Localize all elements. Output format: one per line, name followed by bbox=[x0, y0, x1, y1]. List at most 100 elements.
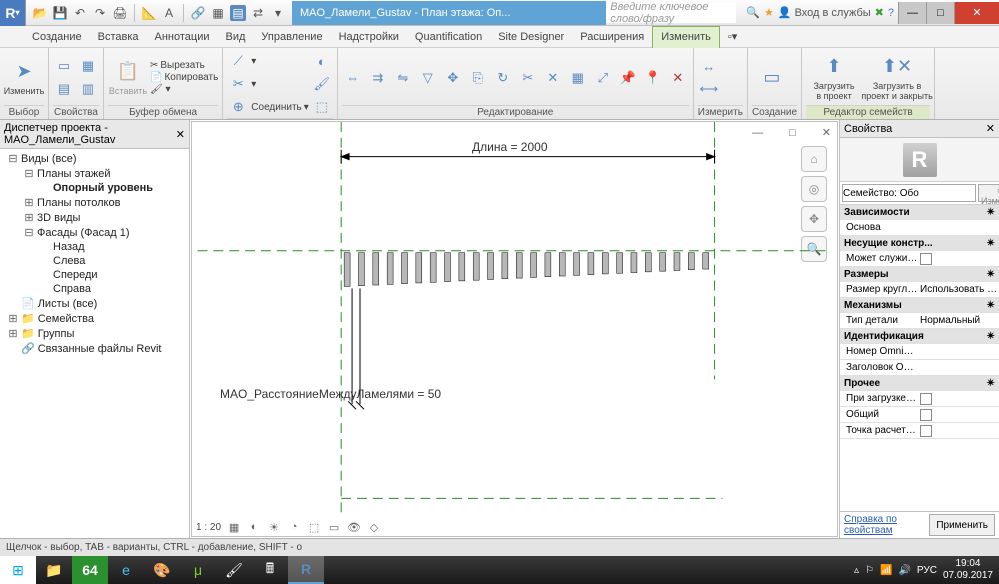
measure-dist-icon[interactable]: ↔ bbox=[698, 55, 720, 77]
tile-icon[interactable]: ▦ bbox=[210, 5, 226, 21]
pin-icon[interactable]: 📌 bbox=[617, 67, 639, 89]
prop-row[interactable]: Точка расчета п... bbox=[840, 423, 999, 439]
create-similar-button[interactable]: ▭ bbox=[752, 52, 792, 104]
taskbar-revit-icon[interactable]: R bbox=[288, 556, 324, 584]
rotate-icon[interactable]: ↻ bbox=[492, 67, 514, 89]
tray-flag-icon[interactable]: ⚐ bbox=[865, 565, 874, 576]
tree-item[interactable]: ⊞Планы потолков bbox=[4, 195, 185, 210]
scale-label[interactable]: 1 : 20 bbox=[196, 522, 221, 533]
mirror-axis-icon[interactable]: ⇋ bbox=[392, 67, 414, 89]
tab-collapse-icon[interactable]: ▫▾ bbox=[720, 26, 745, 48]
undo-icon[interactable]: ↶ bbox=[72, 5, 88, 21]
tab-sitedesigner[interactable]: Site Designer bbox=[490, 26, 572, 48]
infocenter-icon[interactable]: 🔍 bbox=[746, 6, 760, 19]
prop-group-header[interactable]: Механизмы✴ bbox=[840, 298, 999, 313]
prop-group-header[interactable]: Идентификация✴ bbox=[840, 329, 999, 344]
dimension-icon[interactable]: ⟷ bbox=[698, 78, 720, 100]
prop-group-header[interactable]: Зависимости✴ bbox=[840, 205, 999, 220]
tree-item[interactable]: Опорный уровень bbox=[4, 181, 185, 195]
tree-item[interactable]: ⊞📁Группы bbox=[4, 326, 185, 341]
family-cat-icon[interactable]: ▥ bbox=[77, 78, 99, 100]
split-face-icon[interactable]: ◐ bbox=[311, 50, 333, 72]
scale-icon[interactable]: ⤢ bbox=[592, 67, 614, 89]
paint-icon[interactable]: 🖌 bbox=[311, 73, 333, 95]
tree-item[interactable]: ⊞📁Семейства bbox=[4, 311, 185, 326]
family-types-icon[interactable]: ▦ bbox=[77, 55, 99, 77]
text-icon[interactable]: A bbox=[161, 5, 177, 21]
mirror-draw-icon[interactable]: ▽ bbox=[417, 67, 439, 89]
demo-icon[interactable]: ⬚ bbox=[311, 96, 333, 118]
redo-icon[interactable]: ↷ bbox=[92, 5, 108, 21]
prop-row[interactable]: При загрузке вы... bbox=[840, 391, 999, 407]
favorites-icon[interactable]: ★ bbox=[764, 6, 774, 19]
start-button[interactable]: ⊞ bbox=[0, 556, 36, 584]
tab-create[interactable]: Создание bbox=[24, 26, 90, 48]
prop-row[interactable]: Основа bbox=[840, 220, 999, 236]
shadows-icon[interactable]: ◔ bbox=[287, 520, 301, 534]
copy-elem-icon[interactable]: ⎘ bbox=[467, 67, 489, 89]
dropdown-icon[interactable]: ▾ bbox=[270, 5, 286, 21]
delete-icon[interactable]: ✕ bbox=[667, 67, 689, 89]
tree-item[interactable]: ⊟Виды (все) bbox=[4, 151, 185, 166]
close-views-icon[interactable]: ▤ bbox=[230, 5, 246, 21]
tab-addins[interactable]: Надстройки bbox=[331, 26, 407, 48]
prop-row[interactable]: Номер OmniClass bbox=[840, 344, 999, 360]
load-into-project-button[interactable]: ⬆Загрузить в проект bbox=[806, 52, 862, 104]
search-input[interactable]: Введите ключевое слово/фразу bbox=[606, 3, 736, 23]
taskbar-utorrent-icon[interactable]: μ bbox=[180, 556, 216, 584]
tree-item[interactable]: 🔗Связанные файлы Revit bbox=[4, 341, 185, 356]
taskbar-paint-icon[interactable]: 🖌 bbox=[216, 556, 252, 584]
properties-grid[interactable]: Зависимости✴ОсноваНесущие констр...✴Може… bbox=[840, 205, 999, 511]
reveal-icon[interactable]: ◇ bbox=[367, 520, 381, 534]
prop-row[interactable]: Общий bbox=[840, 407, 999, 423]
props-close-icon[interactable]: ✕ bbox=[986, 122, 995, 135]
tree-item[interactable]: Справа bbox=[4, 282, 185, 296]
taskbar-palette-icon[interactable]: 🎨 bbox=[144, 556, 180, 584]
tray-up-icon[interactable]: ▵ bbox=[854, 565, 859, 576]
prop-row[interactable]: Тип деталиНормальный bbox=[840, 313, 999, 329]
family-selector[interactable] bbox=[842, 184, 976, 202]
properties-help-link[interactable]: Справка по свойствам bbox=[844, 514, 929, 536]
cut-button[interactable]: ✂ Вырезать bbox=[150, 60, 218, 71]
tree-item[interactable]: 📄Листы (все) bbox=[4, 296, 185, 311]
tray-volume-icon[interactable]: 🔊 bbox=[898, 565, 910, 576]
offset-icon[interactable]: ⇉ bbox=[367, 67, 389, 89]
unpin-icon[interactable]: 📍 bbox=[642, 67, 664, 89]
load-close-button[interactable]: ⬆✕Загрузить в проект и закрыть bbox=[864, 52, 930, 104]
minimize-button[interactable]: — bbox=[898, 2, 926, 24]
tree-item[interactable]: Назад bbox=[4, 240, 185, 254]
match-button[interactable]: 🖌 ▾ bbox=[150, 84, 218, 95]
crop-show-icon[interactable]: ▭ bbox=[327, 520, 341, 534]
tab-extensions[interactable]: Расширения bbox=[572, 26, 652, 48]
cut-geom-button[interactable]: ✂▾ bbox=[227, 73, 308, 95]
inst-props-icon[interactable]: ▤ bbox=[53, 78, 75, 100]
taskbar-calc-icon[interactable]: 🖩 bbox=[252, 556, 288, 584]
tree-item[interactable]: ⊟Фасады (Фасад 1) bbox=[4, 225, 185, 240]
prop-row[interactable]: Заголовок Omn... bbox=[840, 360, 999, 376]
help-icon[interactable]: ? bbox=[888, 7, 894, 19]
modify-button[interactable]: ➤Изменить bbox=[4, 52, 44, 104]
prop-row[interactable]: Размер круглог...Использовать ди... bbox=[840, 282, 999, 298]
hide-isolate-icon[interactable]: 👁 bbox=[347, 520, 361, 534]
prop-group-header[interactable]: Размеры✴ bbox=[840, 267, 999, 282]
tab-modify[interactable]: Изменить bbox=[652, 26, 720, 48]
switch-icon[interactable]: ⇄ bbox=[250, 5, 266, 21]
cope-button[interactable]: ⟋▾ bbox=[227, 50, 308, 72]
move-icon[interactable]: ✥ bbox=[442, 67, 464, 89]
measure-icon[interactable]: 📐 bbox=[141, 5, 157, 21]
tab-view[interactable]: Вид bbox=[218, 26, 254, 48]
panel-close-icon[interactable]: ✕ bbox=[176, 128, 185, 141]
tray-network-icon[interactable]: 📶 bbox=[880, 565, 892, 576]
prop-group-header[interactable]: Прочее✴ bbox=[840, 376, 999, 391]
exchange-icon[interactable]: ✖ bbox=[875, 6, 884, 19]
tab-manage[interactable]: Управление bbox=[253, 26, 330, 48]
save-icon[interactable]: 💾 bbox=[52, 5, 68, 21]
copy-button[interactable]: 📄 Копировать bbox=[150, 72, 218, 83]
trim-icon[interactable]: ✂ bbox=[517, 67, 539, 89]
apply-button[interactable]: Применить bbox=[929, 514, 995, 536]
maximize-button[interactable]: □ bbox=[926, 2, 954, 24]
tree-item[interactable]: Спереди bbox=[4, 268, 185, 282]
close-button[interactable]: ✕ bbox=[954, 2, 999, 24]
sun-path-icon[interactable]: ☀ bbox=[267, 520, 281, 534]
tree-item[interactable]: ⊟Планы этажей bbox=[4, 166, 185, 181]
